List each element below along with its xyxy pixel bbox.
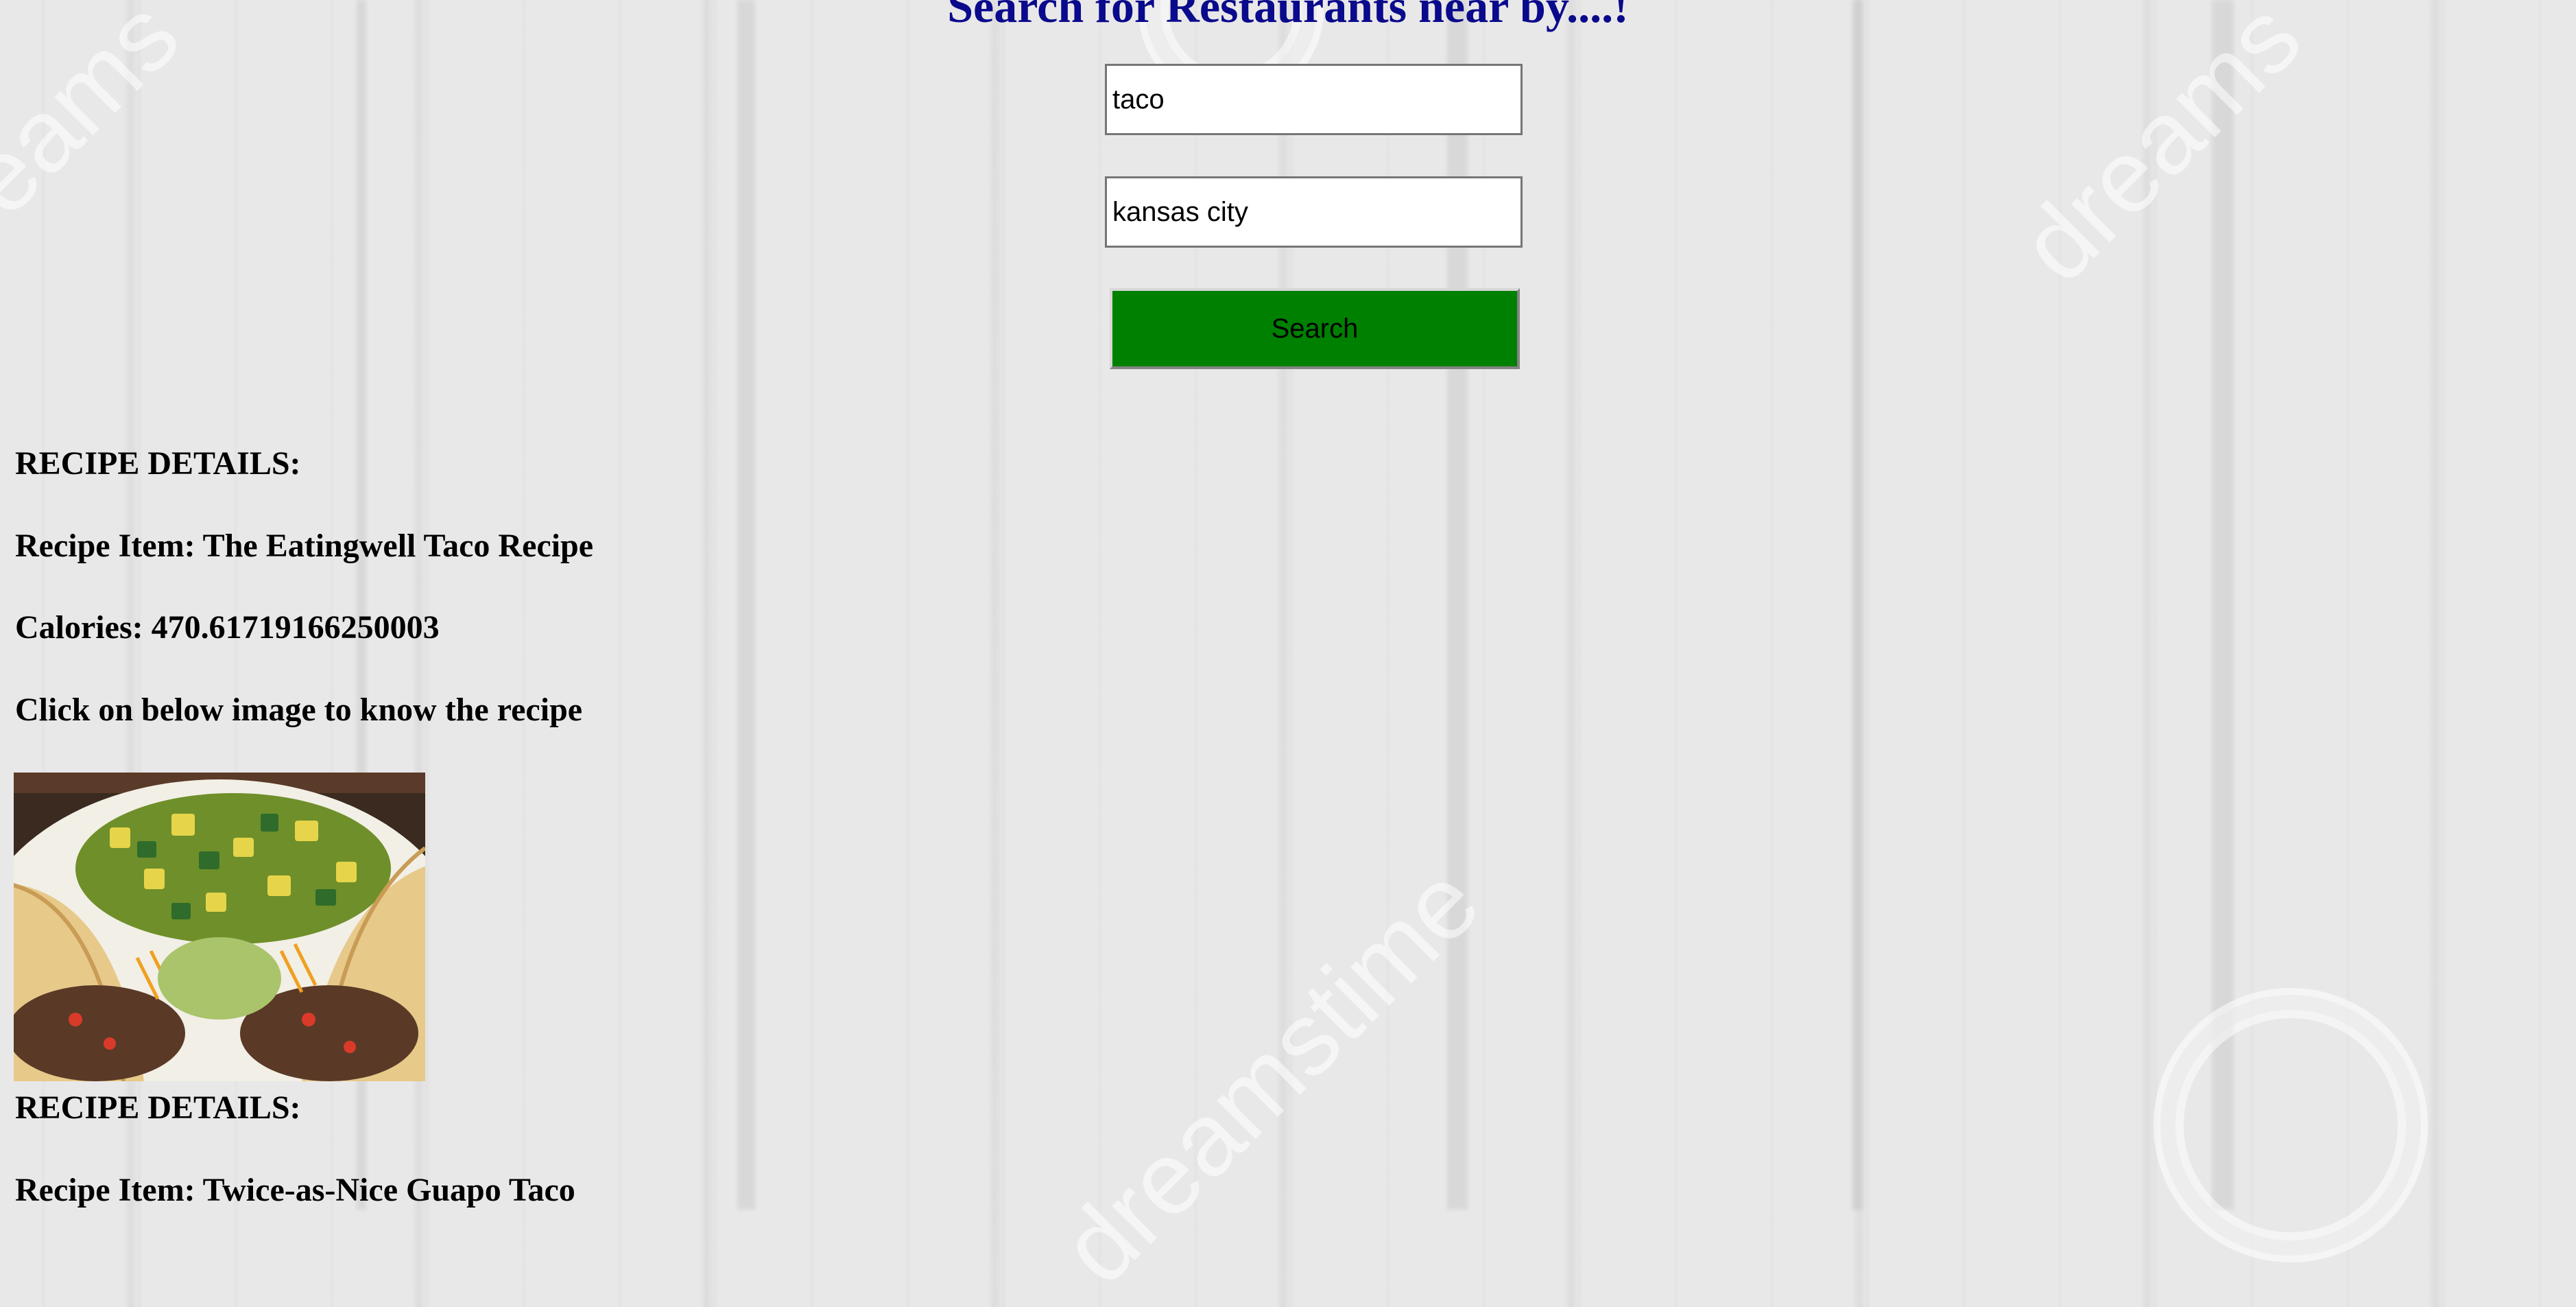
recipe-item-name: Recipe Item: Twice-as-Nice Guapo Taco (15, 1172, 575, 1208)
recipe-image-link[interactable] (14, 773, 425, 1081)
recipe-item-name: Recipe Item: The Eatingwell Taco Recipe (15, 528, 594, 564)
recipe-instruction: Click on below image to know the recipe (15, 692, 583, 728)
background-wood-grain (737, 0, 755, 1210)
watermark-logo: dreams (1998, 0, 2322, 304)
taco-photo[interactable] (14, 773, 425, 1081)
watermark-logo: eams (0, 0, 201, 237)
watermark-swirl-icon (2154, 988, 2428, 1262)
watermark-logo: dreamstime (1038, 843, 1501, 1306)
food-search-input[interactable] (1105, 64, 1523, 135)
location-search-input[interactable] (1105, 176, 1523, 248)
search-button[interactable]: Search (1110, 288, 1520, 369)
recipe-details-header: RECIPE DETAILS: (15, 1090, 301, 1126)
page-title: Search for Restaurants near by....! (947, 0, 1629, 32)
recipe-calories: Calories: 470.61719166250003 (15, 609, 440, 646)
recipe-details-header: RECIPE DETAILS: (15, 445, 301, 482)
background-wood-grain (1852, 0, 1863, 1210)
